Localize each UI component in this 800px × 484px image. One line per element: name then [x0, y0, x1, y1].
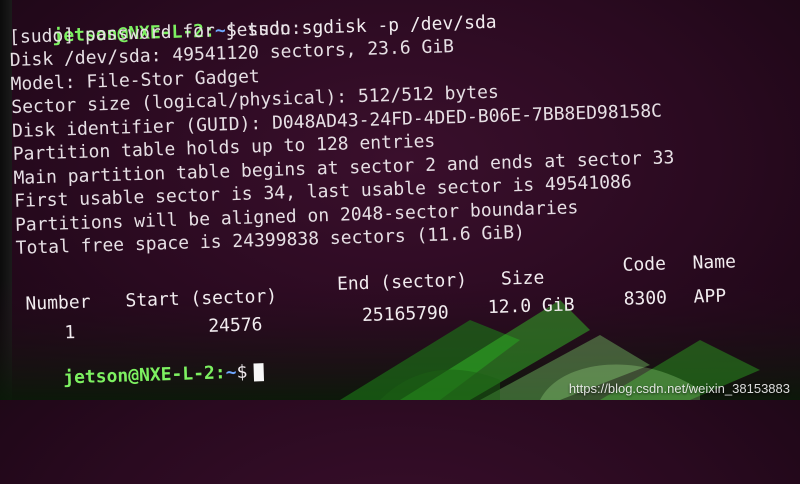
- prompt-symbol: $: [236, 361, 248, 383]
- cell-size: 12.0 GiB: [487, 294, 575, 319]
- text-cursor[interactable]: [253, 362, 264, 381]
- cell-start: 24576: [207, 314, 263, 337]
- prompt-user: jetson@NXE-L-2:: [62, 361, 226, 388]
- cell-number: 1: [64, 322, 76, 344]
- header-size: Size: [500, 267, 545, 290]
- prompt-path: ~: [225, 361, 237, 383]
- watermark-url: https://blog.csdn.net/weixin_38153883: [568, 381, 790, 396]
- header-end: End (sector): [336, 269, 468, 295]
- cell-code: 8300: [623, 287, 668, 310]
- header-number: Number: [25, 291, 91, 315]
- header-name: Name: [692, 251, 737, 274]
- cell-end: 25165790: [361, 302, 450, 327]
- header-code: Code: [622, 253, 667, 276]
- cell-name: APP: [693, 285, 727, 308]
- terminal-window[interactable]: jetson@NXE-L-2:~$ sudo sgdisk -p /dev/sd…: [8, 0, 799, 388]
